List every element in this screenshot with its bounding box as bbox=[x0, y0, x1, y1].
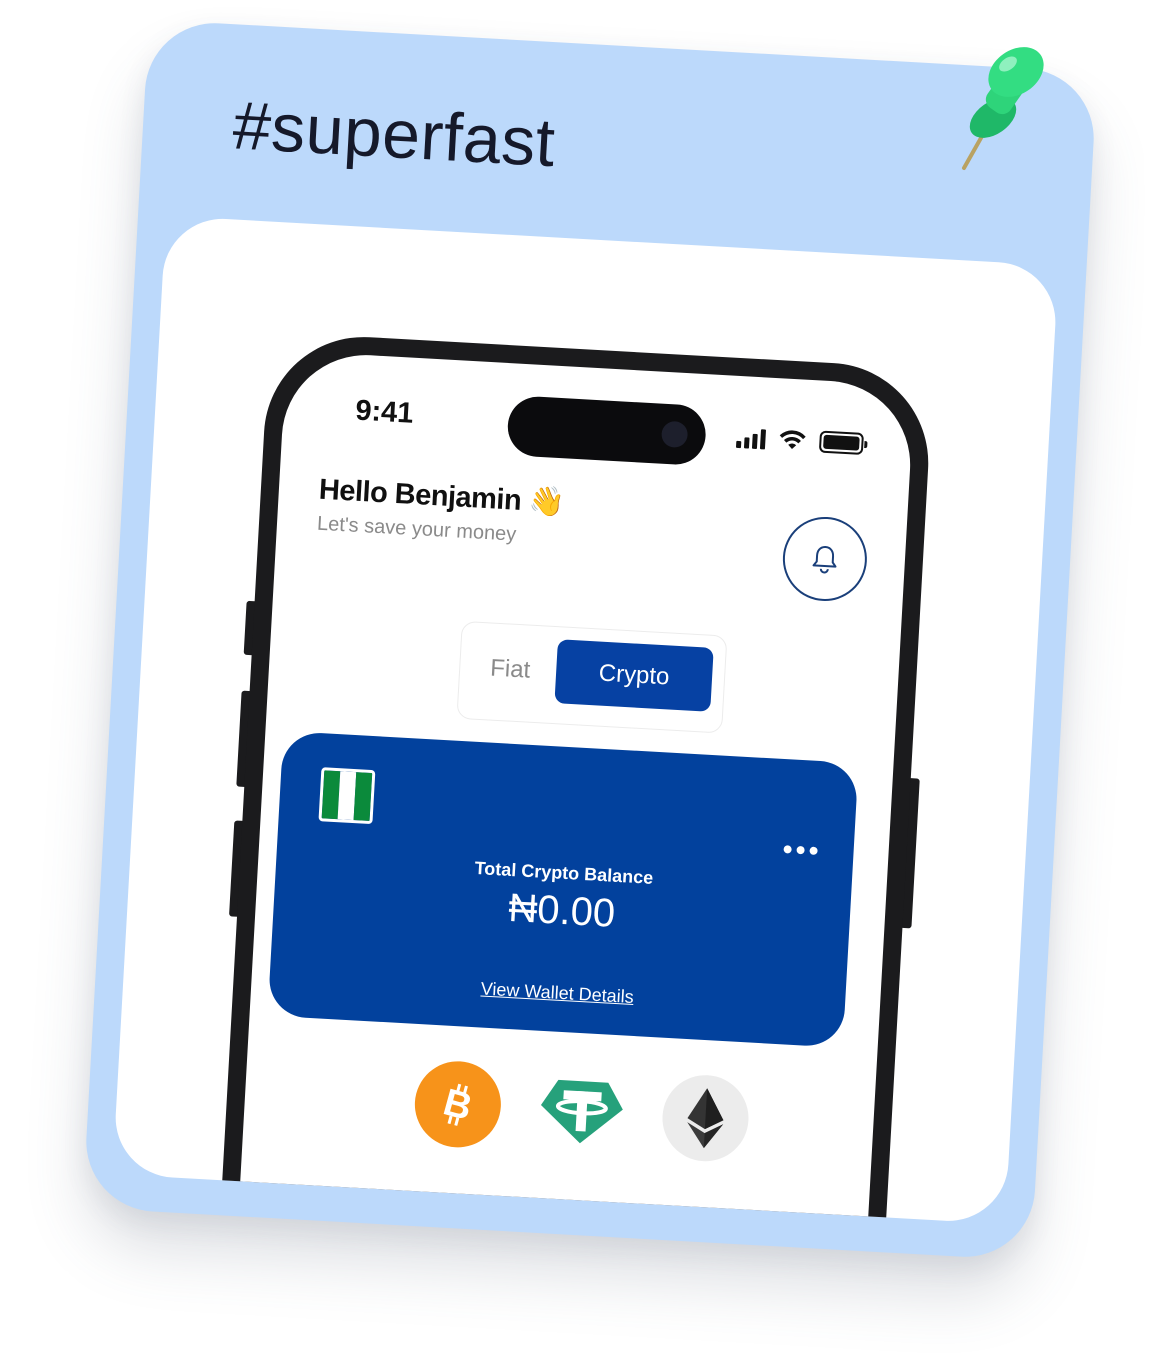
more-options-button[interactable] bbox=[783, 845, 818, 856]
greeting-block: Hello Benjamin 👋 Let's save your money bbox=[316, 473, 565, 550]
bell-icon bbox=[812, 546, 837, 574]
feature-card: #superfast 9:41 Hello Benjamin 👋 Let's s… bbox=[82, 19, 1098, 1261]
status-time: 9:41 bbox=[354, 394, 415, 430]
camera-icon bbox=[660, 420, 689, 449]
greeting-title: Hello Benjamin 👋 bbox=[318, 473, 566, 520]
feature-card-group: #superfast 9:41 Hello Benjamin 👋 Let's s… bbox=[82, 19, 1098, 1261]
tether-icon[interactable] bbox=[536, 1066, 627, 1157]
ethereum-icon[interactable] bbox=[660, 1072, 751, 1164]
toggle-fiat[interactable]: Fiat bbox=[489, 654, 531, 684]
phone-screen: 9:41 Hello Benjamin 👋 Let's save your mo… bbox=[232, 350, 915, 1225]
wifi-icon bbox=[779, 430, 806, 449]
waving-hand-icon: 👋 bbox=[527, 485, 566, 520]
card-hashtag: #superfast bbox=[231, 87, 558, 182]
balance-card: Total Crypto Balance ₦0.00 View Wallet D… bbox=[267, 731, 859, 1048]
card-inner-panel: 9:41 Hello Benjamin 👋 Let's save your mo… bbox=[112, 215, 1059, 1225]
nigeria-flag-icon bbox=[318, 767, 376, 825]
notifications-button[interactable] bbox=[780, 514, 870, 604]
view-wallet-details-link[interactable]: View Wallet Details bbox=[269, 967, 845, 1020]
toggle-crypto[interactable]: Crypto bbox=[554, 639, 714, 712]
currency-toggle: Fiat Crypto bbox=[456, 620, 728, 734]
push-pin-icon bbox=[948, 40, 1058, 180]
bitcoin-icon[interactable]: B bbox=[412, 1059, 504, 1150]
battery-icon bbox=[818, 430, 864, 455]
coin-list: B bbox=[412, 1059, 751, 1164]
phone-mockup: 9:41 Hello Benjamin 👋 Let's save your mo… bbox=[213, 331, 934, 1225]
signal-icon bbox=[735, 428, 767, 450]
dynamic-island bbox=[506, 395, 708, 467]
status-icons bbox=[735, 426, 864, 455]
